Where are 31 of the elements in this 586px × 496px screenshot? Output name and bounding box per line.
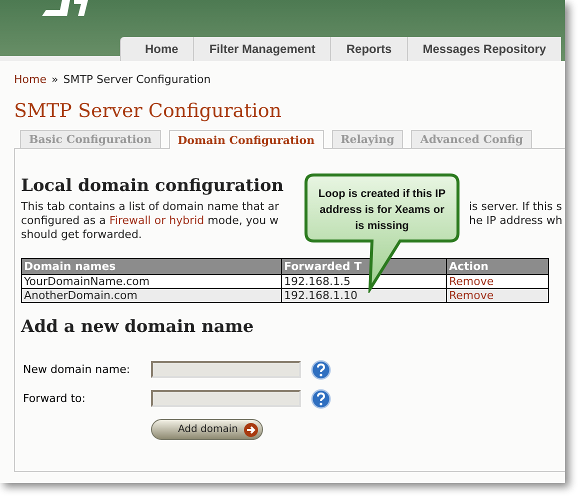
nav-tab[interactable]: Reports: [330, 37, 407, 61]
description-text: is server. If this s: [469, 200, 562, 214]
nav-tab[interactable]: Filter Management: [193, 37, 330, 61]
mode-link[interactable]: Firewall or hybrid: [109, 214, 204, 227]
table-cell: 192.168.1.10: [282, 288, 446, 302]
add-domain-button[interactable]: Add domain: [151, 419, 263, 440]
help-icon[interactable]: [311, 360, 331, 380]
nav-tab[interactable]: Messages Repository: [406, 37, 562, 61]
logo-icon: [40, 0, 88, 16]
breadcrumb-link[interactable]: Home: [14, 73, 46, 86]
help-icon[interactable]: [311, 388, 331, 408]
column-header: Domain names: [22, 258, 282, 274]
input-field[interactable]: [151, 390, 301, 407]
table-cell: AnotherDomain.com: [22, 288, 282, 302]
nav-tab[interactable]: Home: [120, 37, 194, 61]
description-text: he IP address wh: [469, 214, 562, 228]
breadcrumb-separator: »: [51, 73, 58, 86]
page-title: SMTP Server Configuration: [14, 100, 282, 122]
arrow-icon: [244, 422, 258, 436]
breadcrumb-current: SMTP Server Configuration: [63, 73, 211, 86]
table-cell: YourDomainName.com: [22, 274, 282, 288]
section-heading: Add a new domain name: [21, 317, 254, 337]
column-header: Action: [446, 258, 548, 274]
field-label: Forward to:: [22, 392, 86, 405]
callout-text: Loop is created if this IP address is for Xeams or is missing: [317, 187, 447, 234]
config-tab[interactable]: Domain Configuration: [168, 130, 324, 149]
field-label: New domain name:: [22, 363, 132, 376]
description-text: This tab contains a list of domain name that ar: [21, 200, 280, 214]
input-field[interactable]: [151, 361, 301, 378]
description-text: should get forwarded.: [21, 228, 143, 242]
section-heading: Local domain configuration: [21, 176, 284, 196]
